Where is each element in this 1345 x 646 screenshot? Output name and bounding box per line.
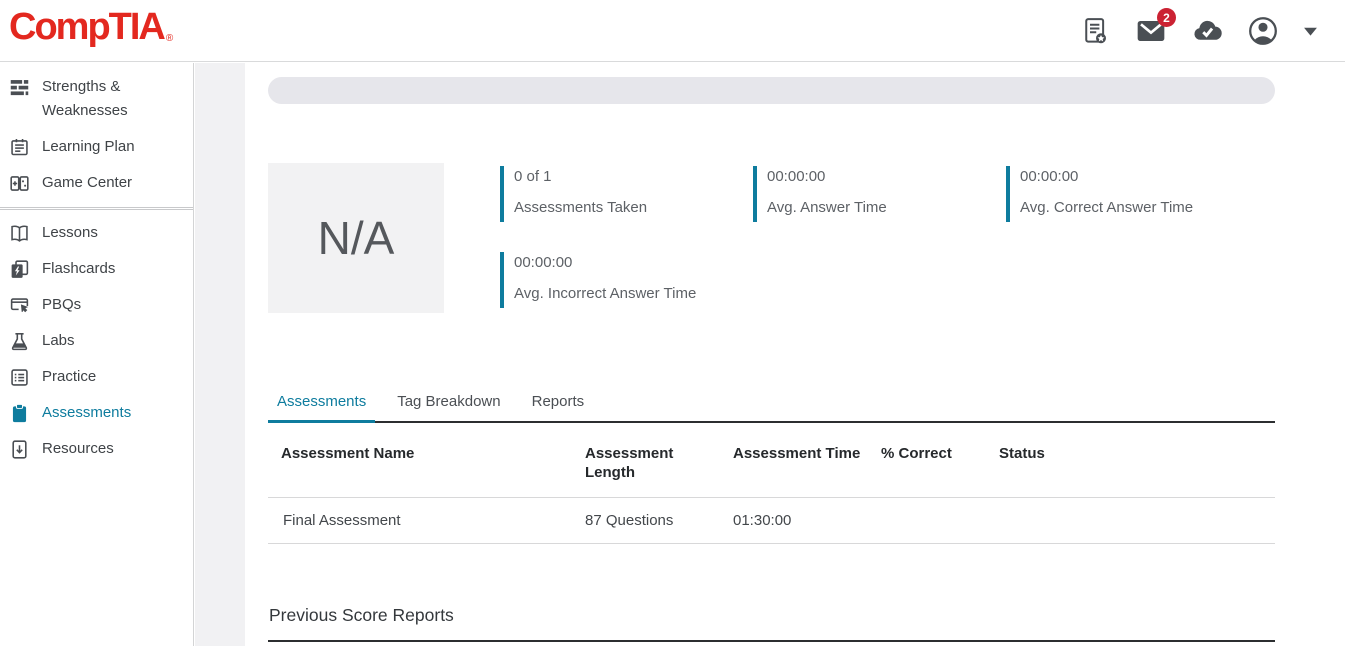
cell-assessment-time: 01:30:00 (733, 512, 881, 529)
sidebar-section-divider (0, 207, 193, 210)
game-center-icon (9, 173, 30, 194)
column-header-assessment-time: Assessment Time (733, 444, 881, 482)
unread-messages-badge: 2 (1157, 8, 1176, 27)
stat-value: 00:00:00 (514, 254, 696, 271)
assessments-icon (9, 403, 30, 424)
sidebar-item-label: Assessments (42, 401, 131, 425)
stat-label: Avg. Correct Answer Time (1020, 199, 1193, 216)
content-tabs: Assessments Tag Breakdown Reports (268, 393, 593, 422)
content-gutter (195, 63, 245, 646)
column-header-assessment-name: Assessment Name (268, 444, 585, 482)
sidebar-item-label: Strengths & Weaknesses (42, 75, 187, 123)
stat-assessments-taken: 0 of 1 Assessments Taken (500, 166, 647, 222)
strengths-weaknesses-icon (9, 77, 30, 98)
stat-value: 0 of 1 (514, 168, 647, 185)
table-header-row: Assessment Name Assessment Length Assess… (268, 423, 1275, 498)
stat-label: Avg. Answer Time (767, 199, 887, 216)
account-dropdown-caret[interactable] (1303, 15, 1319, 47)
messages-icon[interactable]: 2 (1135, 15, 1167, 47)
sidebar-item-labs[interactable]: Labs (0, 324, 193, 360)
pbqs-icon (9, 295, 30, 316)
main-content: N/A 0 of 1 Assessments Taken 00:00:00 Av… (245, 62, 1345, 646)
sidebar-item-label: Lessons (42, 221, 98, 245)
sidebar-item-game-center[interactable]: Game Center (0, 166, 193, 202)
sidebar-item-resources[interactable]: Resources (0, 432, 193, 468)
table-row-final-assessment[interactable]: Final Assessment 87 Questions 01:30:00 (268, 498, 1275, 544)
column-header-assessment-length: Assessment Length (585, 444, 733, 482)
sidebar-item-flashcards[interactable]: Flashcards (0, 252, 193, 288)
sidebar-item-label: Flashcards (42, 257, 115, 281)
score-report-icon[interactable] (1079, 15, 1111, 47)
stat-value: 00:00:00 (767, 168, 887, 185)
flashcards-icon (9, 259, 30, 280)
chevron-down-icon (1303, 26, 1318, 37)
sidebar-item-label: Game Center (42, 171, 132, 195)
lessons-icon (9, 223, 30, 244)
comptia-logo[interactable]: CompTIA ® (9, 6, 173, 49)
stat-avg-incorrect-answer-time: 00:00:00 Avg. Incorrect Answer Time (500, 252, 696, 308)
cell-assessment-name: Final Assessment (268, 512, 585, 529)
sidebar-item-lessons[interactable]: Lessons (0, 216, 193, 252)
sidebar-item-assessments[interactable]: Assessments (0, 396, 193, 432)
stat-value: 00:00:00 (1020, 168, 1193, 185)
overall-score-value: N/A (318, 211, 395, 265)
document-star-icon (1080, 16, 1110, 46)
sidebar-nav: Strengths & Weaknesses Learning Plan (0, 63, 194, 646)
sync-status-icon[interactable] (1191, 15, 1223, 47)
sidebar-item-practice[interactable]: Practice (0, 360, 193, 396)
stat-label: Avg. Incorrect Answer Time (514, 285, 696, 302)
assessments-table: Assessment Name Assessment Length Assess… (268, 423, 1275, 544)
stat-avg-answer-time: 00:00:00 Avg. Answer Time (753, 166, 887, 222)
cloud-check-icon (1191, 14, 1223, 48)
sidebar-item-label: Resources (42, 437, 114, 461)
column-header-status: Status (999, 444, 1275, 482)
tab-tag-breakdown[interactable]: Tag Breakdown (388, 393, 509, 422)
overall-progress-bar (268, 77, 1275, 104)
top-header: CompTIA ® 2 (0, 0, 1345, 62)
registered-trademark: ® (166, 33, 173, 44)
practice-icon (9, 367, 30, 388)
sidebar-item-label: Learning Plan (42, 135, 135, 159)
logo-text: CompTIA (9, 6, 164, 49)
tab-reports[interactable]: Reports (523, 393, 594, 422)
header-icon-bar: 2 (1079, 0, 1319, 62)
overall-score-box: N/A (268, 163, 444, 313)
resources-icon (9, 439, 30, 460)
column-header-percent-correct: % Correct (881, 444, 999, 482)
sidebar-item-label: PBQs (42, 293, 81, 317)
stat-label: Assessments Taken (514, 199, 647, 216)
learning-plan-icon (9, 137, 30, 158)
sidebar-item-strengths-weaknesses[interactable]: Strengths & Weaknesses (0, 70, 193, 130)
account-menu-icon[interactable] (1247, 15, 1279, 47)
sidebar-item-label: Labs (42, 329, 75, 353)
cell-assessment-length: 87 Questions (585, 512, 733, 529)
tab-assessments[interactable]: Assessments (268, 393, 375, 422)
sidebar-item-label: Practice (42, 365, 96, 389)
labs-icon (9, 331, 30, 352)
previous-score-reports-heading: Previous Score Reports (269, 605, 454, 626)
app-window: CompTIA ® 2 (0, 0, 1345, 646)
avatar-icon (1247, 15, 1279, 47)
stat-avg-correct-answer-time: 00:00:00 Avg. Correct Answer Time (1006, 166, 1193, 222)
sidebar-item-learning-plan[interactable]: Learning Plan (0, 130, 193, 166)
sidebar-item-pbqs[interactable]: PBQs (0, 288, 193, 324)
previous-score-reports-divider (268, 640, 1275, 642)
